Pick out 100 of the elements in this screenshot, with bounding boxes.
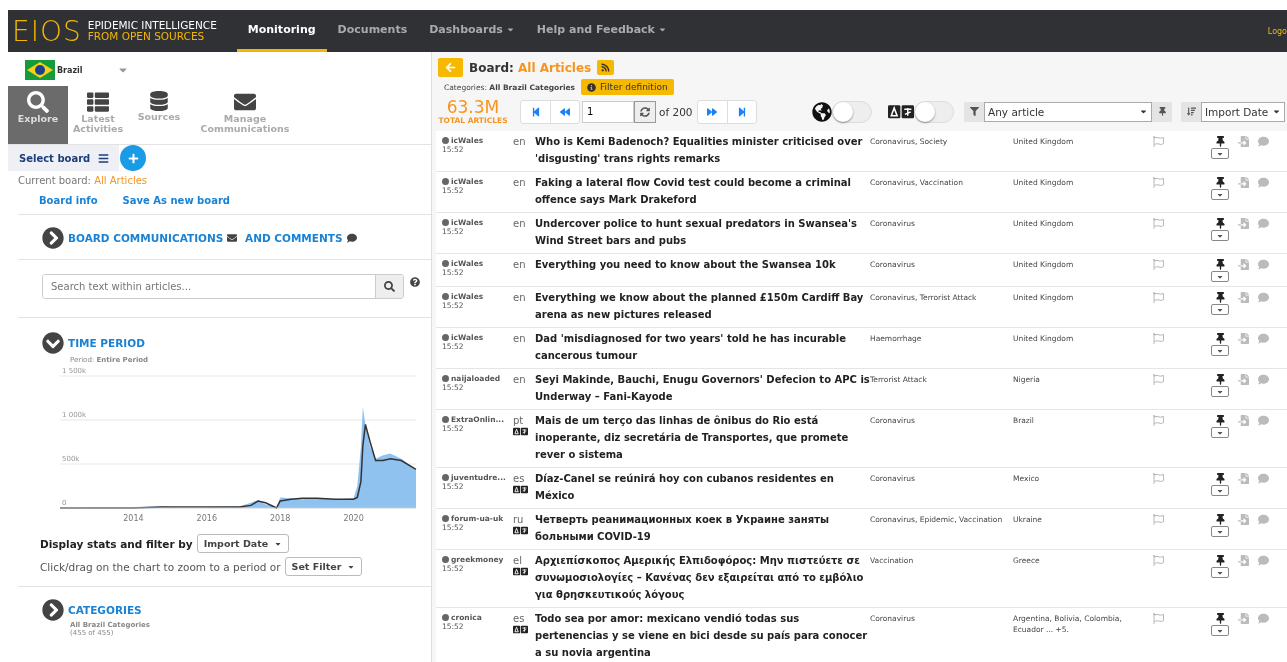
flag-icon[interactable] <box>1153 415 1164 426</box>
filter-definition-button[interactable]: Filter definition <box>581 79 674 95</box>
chevron-icon[interactable] <box>42 599 64 621</box>
import-icon[interactable] <box>1238 333 1249 344</box>
flag-icon[interactable] <box>1153 555 1164 566</box>
section-title[interactable]: AND COMMENTS <box>241 232 343 244</box>
comment-icon[interactable] <box>1258 514 1269 525</box>
import-icon[interactable] <box>1238 259 1249 270</box>
import-icon[interactable] <box>1238 374 1249 385</box>
pin-icon[interactable] <box>1214 259 1226 270</box>
page-input[interactable]: 1 <box>582 100 634 123</box>
pin-icon[interactable] <box>1214 415 1226 426</box>
import-icon[interactable] <box>1238 136 1249 147</box>
article-title[interactable]: Who is Kemi Badenoch? Equalities minister criticised over 'disgusting' trans rights remarks <box>535 133 870 167</box>
nav-item[interactable]: Monitoring <box>236 10 327 52</box>
flag-icon[interactable] <box>1153 259 1164 270</box>
comment-icon[interactable] <box>1258 218 1269 229</box>
help-icon[interactable] <box>410 277 420 287</box>
comment-icon[interactable] <box>1258 136 1269 147</box>
dropdown-button[interactable] <box>1211 189 1229 200</box>
pin-icon[interactable] <box>1214 555 1226 566</box>
article-title[interactable]: Everything we know about the planned £150m Cardiff Bay arena as new pictures released <box>535 289 870 323</box>
nav-item[interactable]: Dashboards <box>418 10 526 52</box>
search-field[interactable]: Search text within articles... <box>42 274 404 299</box>
dropdown-button[interactable] <box>1211 427 1229 438</box>
article-title[interactable]: Seyi Makinde, Bauchi, Enugu Governors' Defecion to APC is Underway – Fani-Kayode <box>535 371 870 405</box>
map-toggle[interactable] <box>832 100 872 123</box>
dropdown-button[interactable] <box>1211 526 1229 537</box>
comment-icon[interactable] <box>1258 259 1269 270</box>
refresh-button[interactable] <box>634 100 656 123</box>
article-filter-select[interactable]: Any article <box>984 101 1152 122</box>
section-title[interactable]: CATEGORIES <box>68 604 142 616</box>
import-icon[interactable] <box>1238 555 1249 566</box>
article-title[interactable]: Dad 'misdiagnosed for two years' told he has incurable cancerous tumour <box>535 330 870 364</box>
sort-button[interactable] <box>1181 101 1201 122</box>
set-filter-button[interactable]: Set Filter <box>284 557 363 576</box>
pin-icon[interactable] <box>1214 292 1226 303</box>
pin-icon[interactable] <box>1214 218 1226 229</box>
tool-tab[interactable]: Explore <box>8 86 68 144</box>
article-title[interactable]: Everything you need to know about the Swansea 10k <box>535 256 870 282</box>
comment-icon[interactable] <box>1258 333 1269 344</box>
article-title[interactable]: Faking a lateral flow Covid test could become a criminal offence says Mark Drakeford <box>535 174 870 208</box>
flag-icon[interactable] <box>1153 333 1164 344</box>
dropdown-button[interactable] <box>1211 345 1229 356</box>
article-title[interactable]: Todo sea por amor: mexicano vendió todas sus pertenencias y se viene en bici desde su país para conocer a su novia argentina <box>535 610 870 661</box>
dropdown-button[interactable] <box>1211 271 1229 282</box>
article-title[interactable]: Αρχιεπίσκοπος Αμερικής Ελπιδοφόρος: Μην πιστεύετε σε συνωμοσιολογίες – Κανένας δεν εξαιρείται από το εμβόλιο για θρησκευτικούς λόγους <box>535 552 870 603</box>
flag-icon[interactable] <box>1153 374 1164 385</box>
pin-icon[interactable] <box>1214 514 1226 525</box>
pin-icon[interactable] <box>1214 613 1226 624</box>
flag-icon[interactable] <box>1153 292 1164 303</box>
import-icon[interactable] <box>1238 415 1249 426</box>
search-button[interactable] <box>375 275 403 298</box>
import-icon[interactable] <box>1238 514 1249 525</box>
import-icon[interactable] <box>1238 473 1249 484</box>
dropdown-button[interactable] <box>1211 567 1229 578</box>
dropdown-button[interactable] <box>1211 148 1229 159</box>
comment-icon[interactable] <box>1258 613 1269 624</box>
section-title[interactable]: BOARD COMMUNICATIONS <box>68 232 224 244</box>
dropdown-button[interactable] <box>1211 485 1229 496</box>
pin-icon[interactable] <box>1214 333 1226 344</box>
translate-toggle[interactable] <box>914 100 954 123</box>
comment-icon[interactable] <box>1258 415 1269 426</box>
comment-icon[interactable] <box>1258 374 1269 385</box>
logout-link[interactable]: Logo <box>1267 26 1287 36</box>
date-type-select[interactable]: Import Date <box>196 534 290 553</box>
comment-icon[interactable] <box>1258 177 1269 188</box>
pin-icon[interactable] <box>1214 177 1226 188</box>
flag-icon[interactable] <box>1153 514 1164 525</box>
comment-icon[interactable] <box>1258 292 1269 303</box>
dropdown-button[interactable] <box>1211 304 1229 315</box>
import-icon[interactable] <box>1238 292 1249 303</box>
pin-icon[interactable] <box>1214 136 1226 147</box>
nav-item[interactable]: Documents <box>326 10 419 52</box>
comment-icon[interactable] <box>1258 555 1269 566</box>
dropdown-button[interactable] <box>1211 386 1229 397</box>
sort-select[interactable]: Import Date <box>1201 101 1285 122</box>
filter-button[interactable] <box>964 101 984 122</box>
article-title[interactable]: Undercover police to hunt sexual predators in Swansea's Wind Street bars and pubs <box>535 215 870 249</box>
flag-icon[interactable] <box>1153 613 1164 624</box>
chevron-icon[interactable] <box>42 227 64 249</box>
flag-icon[interactable] <box>1153 136 1164 147</box>
import-icon[interactable] <box>1238 177 1249 188</box>
pin-filter-button[interactable] <box>1152 101 1172 122</box>
select-board-button[interactable]: Select board <box>8 145 120 171</box>
flag-icon[interactable] <box>1153 473 1164 484</box>
board-link[interactable]: Board info <box>39 195 98 206</box>
import-icon[interactable] <box>1238 218 1249 229</box>
section-title[interactable]: TIME PERIOD <box>68 337 145 349</box>
dropdown-button[interactable] <box>1211 625 1229 636</box>
article-title[interactable]: Mais de um terço das linhas de ônibus do Rio está inoperante, diz secretária de Transportes, que promete rever o sistema <box>535 412 870 463</box>
comment-icon[interactable] <box>1258 473 1269 484</box>
chevron-icon[interactable] <box>42 332 64 354</box>
add-board-button[interactable] <box>120 145 147 171</box>
board-link[interactable]: Save As new board <box>122 195 230 206</box>
flag-icon[interactable] <box>1153 218 1164 229</box>
rss-button[interactable] <box>597 60 615 75</box>
import-icon[interactable] <box>1238 613 1249 624</box>
article-title[interactable]: Четверть реанимационных коек в Украине заняты больными COVID-19 <box>535 511 870 545</box>
pin-icon[interactable] <box>1214 374 1226 385</box>
